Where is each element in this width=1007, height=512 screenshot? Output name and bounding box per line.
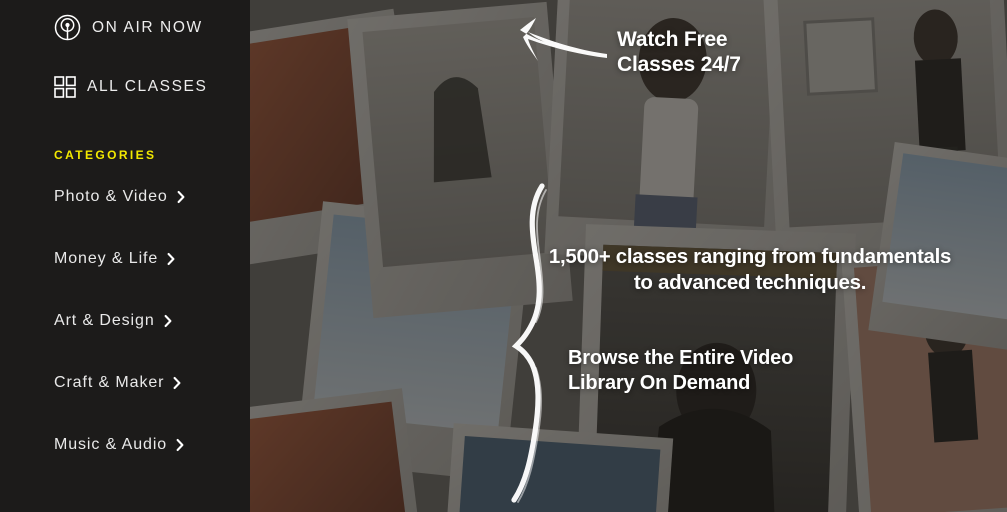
categories-heading: CATEGORIES <box>54 148 157 162</box>
chevron-right-icon <box>176 434 185 456</box>
hero-callout-browse-library-line2: Library On Demand <box>568 372 751 394</box>
sidebar-item-money-life[interactable]: Money & Life <box>54 248 244 310</box>
hero-callout-browse-library-line1: Browse the Entire Video <box>568 347 794 369</box>
sidebar: ON AIR NOW ALL CLASSES CATEGORIES Photo … <box>0 0 250 512</box>
chevron-right-icon <box>167 248 176 270</box>
sidebar-item-on-air-now-label: ON AIR NOW <box>92 18 203 36</box>
hero-callout-browse-library: Browse the Entire Video Library On Deman… <box>568 346 793 396</box>
sidebar-item-on-air-now[interactable]: ON AIR NOW <box>54 14 203 41</box>
chevron-right-icon <box>177 186 186 208</box>
hero-headline-line1: 1,500+ classes ranging from fundamentals <box>548 245 952 268</box>
sidebar-item-money-life-label: Money & Life <box>54 250 159 267</box>
sidebar-item-music-audio-label: Music & Audio <box>54 436 168 453</box>
chevron-right-icon <box>164 310 173 332</box>
hero-callout-watch-free-line2: Classes 24/7 <box>617 53 741 76</box>
hero-headline: 1,500+ classes ranging from fundamentals… <box>500 244 1000 296</box>
sidebar-item-all-classes-label: ALL CLASSES <box>87 78 208 95</box>
hero-headline-line2: to advanced techniques. <box>633 271 867 294</box>
hero-callout-watch-free-line1: Watch Free <box>617 28 728 51</box>
hero-banner: Watch Free Classes 24/7 1,500+ classes r… <box>250 0 1007 512</box>
sidebar-item-all-classes[interactable]: ALL CLASSES <box>54 76 207 98</box>
sidebar-item-photo-video[interactable]: Photo & Video <box>54 186 244 248</box>
hero-callout-watch-free: Watch Free Classes 24/7 <box>617 27 741 77</box>
sidebar-item-art-design-label: Art & Design <box>54 312 155 329</box>
app-root: ON AIR NOW ALL CLASSES CATEGORIES Photo … <box>0 0 1007 512</box>
sidebar-item-craft-maker-label: Craft & Maker <box>54 374 165 391</box>
sidebar-item-music-audio[interactable]: Music & Audio <box>54 434 244 496</box>
sidebar-item-art-design[interactable]: Art & Design <box>54 310 244 372</box>
category-list: Photo & Video Money & Life Art & Design <box>54 186 244 496</box>
sidebar-item-photo-video-label: Photo & Video <box>54 188 168 205</box>
chevron-right-icon <box>173 372 182 394</box>
broadcast-icon <box>54 14 81 41</box>
grid-icon <box>54 76 76 98</box>
sidebar-item-craft-maker[interactable]: Craft & Maker <box>54 372 244 434</box>
